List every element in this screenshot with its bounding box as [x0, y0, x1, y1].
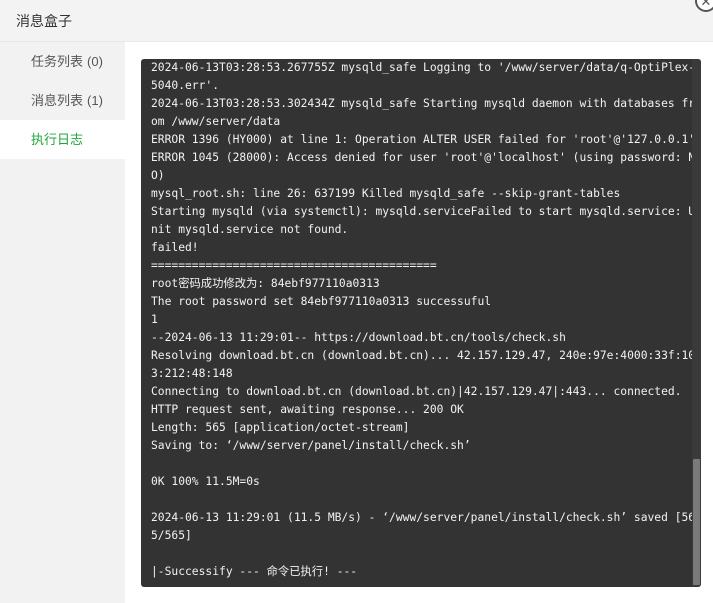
log-line: Resolving download.bt.cn (download.bt.cn… [151, 349, 696, 362]
log-line: 5/565] [151, 529, 192, 542]
log-line: ========================================… [151, 259, 437, 272]
log-scrollbar-thumb[interactable] [693, 459, 700, 585]
log-line: nit mysqld.service not found. [151, 223, 349, 236]
log-line: Starting mysqld (via systemctl): mysqld.… [151, 205, 696, 218]
log-line: Length: 565 [application/octet-stream] [151, 421, 410, 434]
sidebar-item-execution-log[interactable]: 执行日志 [0, 120, 125, 159]
log-line: Saving to: ‘/www/server/panel/install/ch… [151, 439, 471, 452]
log-line: failed! [151, 241, 199, 254]
log-line: 2024-06-13T03:28:53.302434Z mysqld_safe … [151, 97, 696, 110]
log-line: --2024-06-13 11:29:01-- https://download… [151, 331, 566, 344]
log-line: ERROR 1396 (HY000) at line 1: Operation … [151, 133, 696, 146]
main-panel: 2024-06-13T03:28:53.267755Z mysqld_safe … [125, 42, 713, 603]
log-line: root密码成功修改为: 84ebf977110a0313 [151, 277, 380, 290]
window-title: 消息盒子 [16, 13, 72, 29]
log-line: mysql_root.sh: line 26: 637199 Killed my… [151, 187, 621, 200]
window-titlebar: 消息盒子 [0, 0, 713, 42]
sidebar-item-label: 执行日志 [31, 132, 84, 147]
log-line: Connecting to download.bt.cn (download.b… [151, 385, 682, 398]
log-line: |-Successify --- 命令已执行! --- [151, 565, 358, 578]
sidebar-item-count: (1) [87, 93, 103, 108]
log-line: 2024-06-13T03:28:53.267755Z mysqld_safe … [151, 61, 696, 74]
log-line: 2024-06-13 11:29:01 (11.5 MB/s) - ‘/www/… [151, 511, 696, 524]
sidebar-item-message-list[interactable]: 消息列表 (1) [0, 81, 125, 120]
log-line: 1 [151, 313, 158, 326]
sidebar-item-task-list[interactable]: 任务列表 (0) [0, 42, 125, 81]
sidebar-item-count: (0) [87, 54, 103, 69]
sidebar-item-label: 消息列表 [31, 93, 84, 108]
log-line: 3:212:48:148 [151, 367, 233, 380]
log-line: The root password set 84ebf977110a0313 s… [151, 295, 492, 308]
sidebar-item-label: 任务列表 [31, 54, 84, 69]
log-line: ERROR 1045 (28000): Access denied for us… [151, 151, 696, 164]
sidebar: 任务列表 (0) 消息列表 (1) 执行日志 [0, 42, 125, 603]
log-line: HTTP request sent, awaiting response... … [151, 403, 464, 416]
log-line: om /www/server/data [151, 115, 281, 128]
log-terminal[interactable]: 2024-06-13T03:28:53.267755Z mysqld_safe … [141, 59, 701, 587]
close-icon: ✕ [700, 0, 712, 9]
log-line: 0K 100% 11.5M=0s [151, 475, 260, 488]
log-line: O) [151, 169, 165, 182]
log-output: 2024-06-13T03:28:53.267755Z mysqld_safe … [151, 59, 696, 581]
log-line: 5040.err'. [151, 79, 220, 92]
